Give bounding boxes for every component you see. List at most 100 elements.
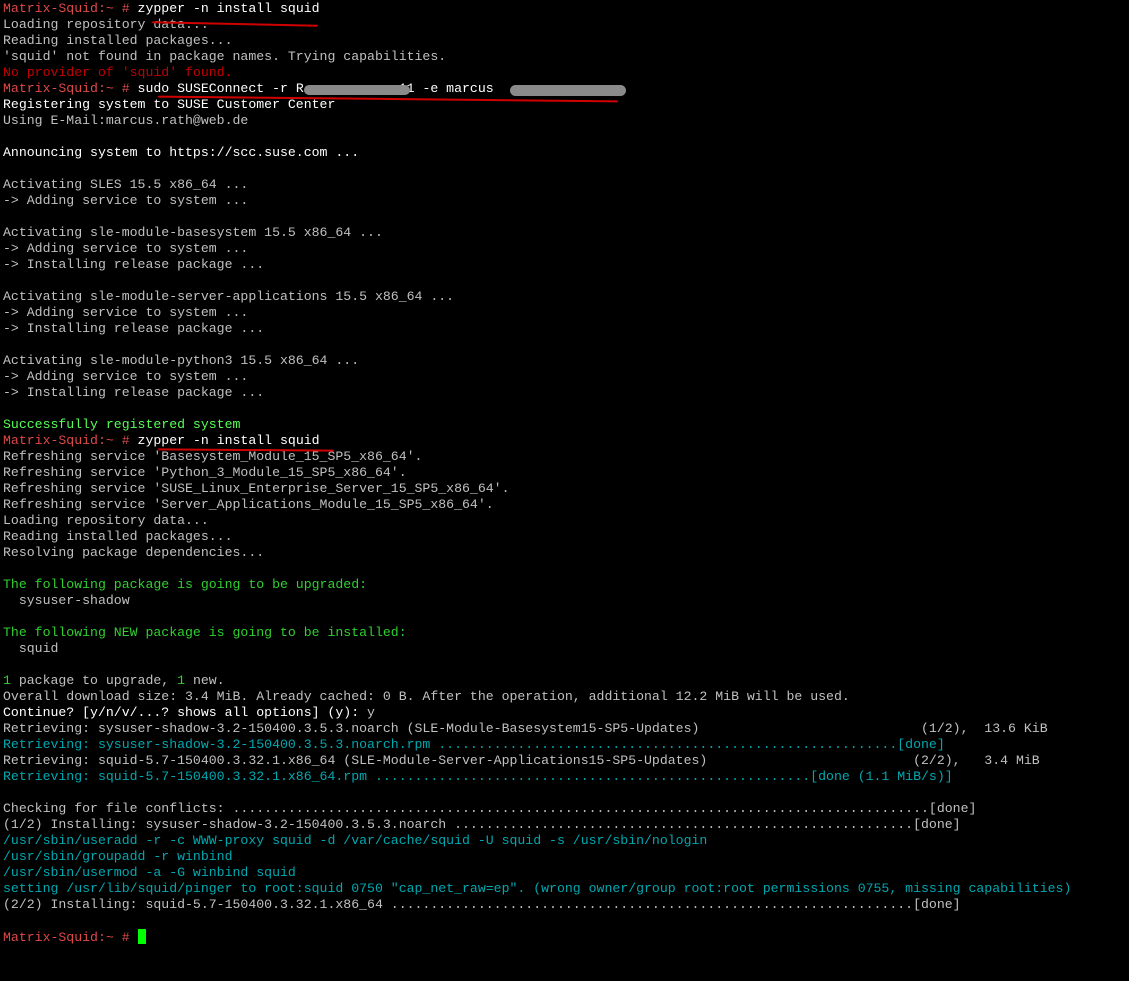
terminal-line: Activating sle-module-basesystem 15.5 x8…: [3, 225, 1129, 241]
terminal-window[interactable]: Matrix-Squid:~ # zypper -n install squid…: [0, 0, 1129, 981]
terminal-line: setting /usr/lib/squid/pinger to root:sq…: [3, 881, 1129, 897]
terminal-text: Refreshing service 'Server_Applications_…: [3, 497, 494, 512]
terminal-text: new.: [185, 673, 225, 688]
terminal-line: Registering system to SUSE Customer Cent…: [3, 97, 1129, 113]
terminal-line: Loading repository data...: [3, 17, 1129, 33]
terminal-text: -> Installing release package ...: [3, 257, 265, 272]
terminal-line: Overall download size: 3.4 MiB. Already …: [3, 689, 1129, 705]
terminal-text: Retrieving: sysuser-shadow-3.2-150400.3.…: [3, 721, 1048, 736]
terminal-line: squid: [3, 641, 1129, 657]
terminal-line: The following package is going to be upg…: [3, 577, 1129, 593]
terminal-text: Matrix-Squid:~ #: [3, 81, 138, 96]
terminal-text: Reading installed packages...: [3, 529, 233, 544]
terminal-line: Matrix-Squid:~ # zypper -n install squid: [3, 433, 1129, 449]
terminal-text: sysuser-shadow: [3, 593, 130, 608]
terminal-line: -> Adding service to system ...: [3, 193, 1129, 209]
terminal-line: /usr/sbin/usermod -a -G winbind squid: [3, 865, 1129, 881]
terminal-text: Loading repository data...: [3, 513, 209, 528]
terminal-text: -> Installing release package ...: [3, 385, 265, 400]
terminal-line: sysuser-shadow: [3, 593, 1129, 609]
terminal-text: Announcing system to https://scc.suse.co…: [3, 145, 360, 160]
terminal-line: (2/2) Installing: squid-5.7-150400.3.32.…: [3, 897, 1129, 913]
terminal-line: Retrieving: sysuser-shadow-3.2-150400.3.…: [3, 721, 1129, 737]
terminal-text: setting /usr/lib/squid/pinger to root:sq…: [3, 881, 1072, 896]
terminal-text: Matrix-Squid:~ #: [3, 930, 138, 945]
terminal-line: Matrix-Squid:~ # sudo SUSEConnect -r R 1…: [3, 81, 1129, 97]
terminal-line: /usr/sbin/groupadd -r winbind: [3, 849, 1129, 865]
terminal-text: The following package is going to be upg…: [3, 577, 368, 592]
terminal-text: /usr/sbin/usermod -a -G winbind squid: [3, 865, 296, 880]
terminal-text: squid: [3, 641, 59, 656]
terminal-text: -> Adding service to system ...: [3, 305, 249, 320]
terminal-text: 1: [177, 673, 186, 688]
terminal-line: -> Installing release package ...: [3, 385, 1129, 401]
terminal-line: Reading installed packages...: [3, 529, 1129, 545]
terminal-line: Activating sle-module-python3 15.5 x86_6…: [3, 353, 1129, 369]
terminal-text: Activating sle-module-python3 15.5 x86_6…: [3, 353, 360, 368]
terminal-text: package to upgrade,: [10, 673, 178, 688]
terminal-line: (1/2) Installing: sysuser-shadow-3.2-150…: [3, 817, 1129, 833]
terminal-text: Reading installed packages...: [3, 33, 233, 48]
terminal-text: zypper -n install squid: [137, 433, 320, 448]
terminal-text: (1/2) Installing: sysuser-shadow-3.2-150…: [3, 817, 961, 832]
terminal-line: -> Adding service to system ...: [3, 305, 1129, 321]
terminal-text: (2/2) Installing: squid-5.7-150400.3.32.…: [3, 897, 961, 912]
terminal-text: Using E-Mail:marcus.rath@web.de: [3, 113, 249, 128]
terminal-line: Refreshing service 'Basesystem_Module_15…: [3, 449, 1129, 465]
terminal-line: Retrieving: squid-5.7-150400.3.32.1.x86_…: [3, 769, 1129, 785]
terminal-line: Matrix-Squid:~ #: [3, 929, 1129, 945]
terminal-text: /usr/sbin/useradd -r -c WWW-proxy squid …: [3, 833, 708, 848]
terminal-text: -> Adding service to system ...: [3, 369, 249, 384]
terminal-line: -> Adding service to system ...: [3, 241, 1129, 257]
terminal-line: Matrix-Squid:~ # zypper -n install squid: [3, 1, 1129, 17]
terminal-line: Using E-Mail:marcus.rath@web.de: [3, 113, 1129, 129]
terminal-text: Matrix-Squid:~ #: [3, 433, 138, 448]
terminal-text: Refreshing service 'Python_3_Module_15_S…: [3, 465, 407, 480]
terminal-text: Loading repository data...: [3, 17, 209, 32]
terminal-text: Continue? [y/n/v/...? shows all options]…: [3, 705, 368, 720]
terminal-line: -> Installing release package ...: [3, 321, 1129, 337]
terminal-line: Reading installed packages...: [3, 33, 1129, 49]
terminal-text: Retrieving: squid-5.7-150400.3.32.1.x86_…: [3, 769, 953, 784]
terminal-line: Retrieving: sysuser-shadow-3.2-150400.3.…: [3, 737, 1129, 753]
terminal-line: /usr/sbin/useradd -r -c WWW-proxy squid …: [3, 833, 1129, 849]
cursor-block: [137, 929, 146, 944]
terminal-text: No provider of 'squid' found.: [3, 65, 233, 80]
terminal-output: Matrix-Squid:~ # zypper -n install squid…: [3, 0, 1129, 945]
terminal-line: 1 package to upgrade, 1 new.: [3, 673, 1129, 689]
terminal-text: 1: [3, 673, 11, 688]
terminal-text: -> Adding service to system ...: [3, 193, 249, 208]
terminal-text: sudo SUSEConnect -r R 11 -e marcus: [137, 81, 494, 96]
terminal-text: Resolving package dependencies...: [3, 545, 265, 560]
terminal-text: -> Installing release package ...: [3, 321, 265, 336]
terminal-text: Matrix-Squid:~ #: [3, 1, 138, 16]
terminal-line: Retrieving: squid-5.7-150400.3.32.1.x86_…: [3, 753, 1129, 769]
terminal-line: Refreshing service 'SUSE_Linux_Enterpris…: [3, 481, 1129, 497]
terminal-line: Checking for file conflicts: ...........…: [3, 801, 1129, 817]
terminal-text: Overall download size: 3.4 MiB. Already …: [3, 689, 850, 704]
terminal-text: zypper -n install squid: [137, 1, 320, 16]
terminal-line: Refreshing service 'Python_3_Module_15_S…: [3, 465, 1129, 481]
terminal-text: The following NEW package is going to be…: [3, 625, 407, 640]
terminal-line: Activating sle-module-server-application…: [3, 289, 1129, 305]
terminal-line: No provider of 'squid' found.: [3, 65, 1129, 81]
terminal-line: Continue? [y/n/v/...? shows all options]…: [3, 705, 1129, 721]
terminal-line: Successfully registered system: [3, 417, 1129, 433]
terminal-text: Checking for file conflicts: ...........…: [3, 801, 977, 816]
terminal-line: Refreshing service 'Server_Applications_…: [3, 497, 1129, 513]
terminal-text: Activating sle-module-server-application…: [3, 289, 455, 304]
terminal-text: Registering system to SUSE Customer Cent…: [3, 97, 336, 112]
terminal-text: Refreshing service 'Basesystem_Module_15…: [3, 449, 423, 464]
terminal-line: The following NEW package is going to be…: [3, 625, 1129, 641]
terminal-text: Activating sle-module-basesystem 15.5 x8…: [3, 225, 383, 240]
